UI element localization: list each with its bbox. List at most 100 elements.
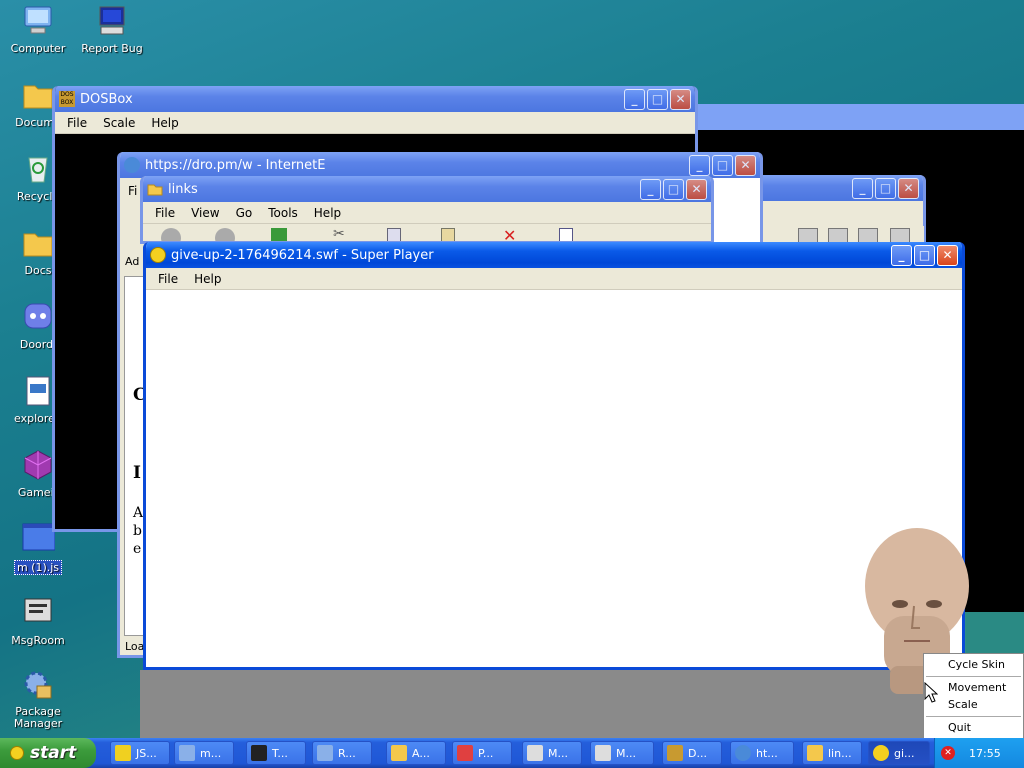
taskbar-item[interactable]: lin... <box>802 741 862 765</box>
links-folder-window[interactable]: links _ □ ✕ File View Go Tools Help ✂ ✕ <box>140 176 714 244</box>
folder-icon <box>391 745 407 761</box>
menu-help[interactable]: Help <box>186 272 229 286</box>
menu-help[interactable]: Help <box>306 206 349 220</box>
document-icon <box>179 745 195 761</box>
maximize-button[interactable]: □ <box>663 178 684 200</box>
start-button[interactable]: start <box>0 738 96 768</box>
super-player-window[interactable]: give-up-2-176496214.swf - Super Player _… <box>143 242 965 670</box>
document-icon <box>317 745 333 761</box>
minimize-button[interactable]: _ <box>891 244 912 266</box>
mascot-context-menu: Cycle Skin Movement Scale Quit <box>923 653 1024 743</box>
msgroom-icon <box>527 745 543 761</box>
minimize-button[interactable]: _ <box>852 177 873 199</box>
taskbar-item[interactable]: A... <box>386 741 446 765</box>
computer-icon <box>21 4 55 38</box>
explorer-icon <box>21 374 55 408</box>
desktop-icon-computer[interactable]: Computer <box>2 4 74 55</box>
smiley-icon <box>873 745 889 761</box>
menu-tools[interactable]: Tools <box>260 206 306 220</box>
maximize-button[interactable]: □ <box>875 177 896 199</box>
taskbar-item[interactable]: m... <box>174 741 234 765</box>
desktop-icon-label: Package Manager <box>13 705 63 730</box>
recycle-bin-icon <box>21 152 55 186</box>
folder-icon <box>807 745 823 761</box>
links-menubar: File View Go Tools Help <box>143 202 711 224</box>
links-titlebar[interactable]: links _ □ ✕ <box>143 176 711 202</box>
desktop-icon-msgroom[interactable]: MsgRoom <box>2 596 74 647</box>
dosbox-icon <box>667 745 683 761</box>
menu-go[interactable]: Go <box>228 206 261 220</box>
close-button[interactable]: ✕ <box>937 244 958 266</box>
dosbox-icon: DOS BOX <box>59 91 75 107</box>
minimize-button[interactable]: _ <box>624 88 645 110</box>
player-titlebar[interactable]: give-up-2-176496214.swf - Super Player _… <box>146 242 962 268</box>
dosbox-titlebar[interactable]: DOS BOX DOSBox _ □ ✕ <box>55 86 695 112</box>
menu-item-scale[interactable]: Scale <box>924 697 1023 713</box>
menu-view[interactable]: View <box>183 206 227 220</box>
report-bug-icon <box>95 4 129 38</box>
page-text-fragment: A <box>133 505 144 521</box>
player-canvas[interactable] <box>146 290 962 667</box>
close-button[interactable]: ✕ <box>735 154 756 176</box>
page-text-fragment: e <box>133 541 142 557</box>
msgroom-icon <box>595 745 611 761</box>
menu-file[interactable]: File <box>147 206 183 220</box>
menu-item-quit[interactable]: Quit <box>924 720 1023 736</box>
desktop-icon-report-bug[interactable]: Report Bug <box>76 4 148 55</box>
ie-title: https://dro.pm/w - InternetE <box>145 157 326 173</box>
mouse-cursor <box>924 681 939 707</box>
player-title: give-up-2-176496214.swf - Super Player <box>171 247 434 263</box>
links-toolbar: ✂ ✕ <box>143 224 711 241</box>
taskbar-item[interactable]: JS... <box>110 741 170 765</box>
ie-status-text: Loa <box>125 640 145 653</box>
menu-item-cycle-skin[interactable]: Cycle Skin <box>924 657 1023 673</box>
folder-icon <box>147 181 163 197</box>
menu-file[interactable]: File <box>150 272 186 286</box>
terminal-icon <box>251 745 267 761</box>
page-heading-fragment: I <box>133 463 141 483</box>
taskbar-item[interactable]: R... <box>312 741 372 765</box>
desktop-icon-package-manager[interactable]: Package Manager <box>2 668 74 730</box>
menu-item-movement[interactable]: Movement <box>924 680 1023 696</box>
maximize-button[interactable]: □ <box>647 88 668 110</box>
pdf-icon <box>457 745 473 761</box>
game-cube-icon <box>21 448 55 482</box>
desktop-icon-label: m (1).js <box>13 560 63 575</box>
taskbar-item[interactable]: P... <box>452 741 512 765</box>
js-file-icon <box>115 745 131 761</box>
package-manager-icon <box>21 668 55 702</box>
cut-icon[interactable]: ✂ <box>333 226 345 241</box>
minimize-button[interactable]: _ <box>640 178 661 200</box>
taskbar-item-active[interactable]: gi... <box>868 741 930 765</box>
ie-titlebar[interactable]: https://dro.pm/w - InternetE _ □ ✕ <box>120 152 760 178</box>
dosbox-title: DOSBox <box>80 91 133 107</box>
desktop-icon-label: MsgRoom <box>11 634 65 647</box>
desktop-icon-label: Computer <box>10 42 66 55</box>
close-button[interactable]: ✕ <box>686 178 707 200</box>
ie-icon <box>735 745 751 761</box>
maximize-button[interactable]: □ <box>914 244 935 266</box>
taskbar: start JS... m... T... R... A... P... M..… <box>0 738 1024 768</box>
taskbar-item[interactable]: M... <box>590 741 654 765</box>
msgroom-icon <box>21 596 55 630</box>
documents-folder-icon <box>21 78 55 112</box>
taskbar-item[interactable]: T... <box>246 741 306 765</box>
folder-icon <box>21 226 55 260</box>
close-button[interactable]: ✕ <box>670 88 691 110</box>
menu-file[interactable]: File <box>59 116 95 130</box>
ie-menu-file[interactable]: Fi <box>128 184 137 198</box>
smiley-icon <box>10 746 24 760</box>
error-icon[interactable]: ✕ <box>941 746 955 760</box>
taskbar-item[interactable]: M... <box>522 741 582 765</box>
close-button[interactable]: ✕ <box>898 177 919 199</box>
minimize-button[interactable]: _ <box>689 154 710 176</box>
start-label: start <box>30 743 77 763</box>
maximize-button[interactable]: □ <box>712 154 733 176</box>
menu-scale[interactable]: Scale <box>95 116 143 130</box>
ie-address-label: Ad <box>125 255 140 268</box>
taskbar-item[interactable]: D... <box>662 741 722 765</box>
taskbar-item[interactable]: ht... <box>730 741 794 765</box>
clock[interactable]: 17:55 <box>969 747 1001 760</box>
window-file-icon <box>21 522 56 556</box>
menu-help[interactable]: Help <box>143 116 186 130</box>
